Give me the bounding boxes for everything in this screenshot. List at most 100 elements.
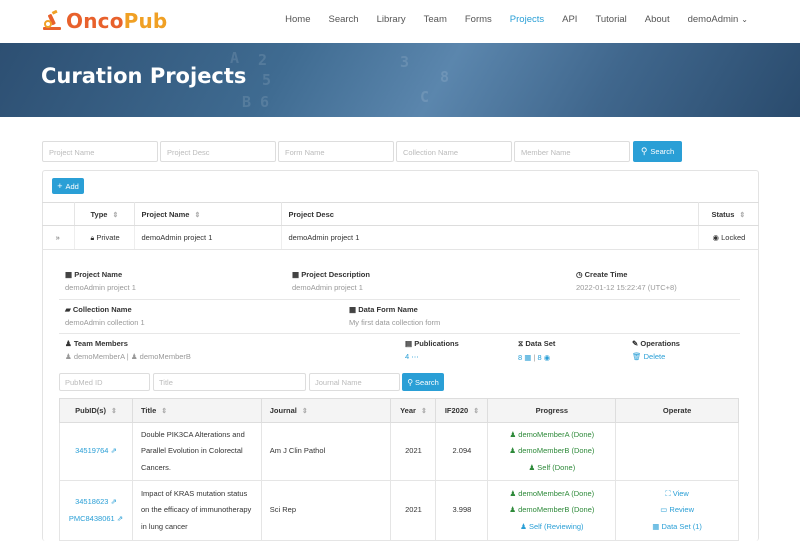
sort-icon[interactable]: ⇕ — [194, 212, 200, 219]
sort-icon[interactable]: ⇕ — [473, 408, 479, 415]
sort-icon[interactable]: ⇕ — [111, 408, 117, 415]
project-type-cell: 🔒︎ Private — [74, 225, 135, 250]
detail-dataset: ⧖ Data Set 8 ▦ | 8 ◉ — [512, 334, 626, 366]
detail-create-time: ◷ Create Time 2022-01-12 15:22:47 (UTC+8… — [570, 267, 740, 299]
publications-count-link[interactable]: 4 ⋯ — [405, 352, 506, 361]
nav-home[interactable]: Home — [285, 14, 310, 25]
col-project-desc: Project Desc — [281, 202, 699, 226]
nav-api[interactable]: API — [562, 14, 577, 25]
form-icon: ▦ — [349, 305, 357, 314]
col-type[interactable]: Type ⇕ — [74, 202, 135, 226]
form-name-input[interactable]: Form Name — [278, 141, 394, 162]
view-link[interactable]: ⛶ View — [624, 486, 730, 503]
progress-item: ♟ Self (Reviewing) — [496, 519, 607, 536]
project-desc-cell: demoAdmin project 1 — [281, 225, 699, 250]
col-journal[interactable]: Journal ⇕ — [260, 398, 392, 423]
col-year[interactable]: Year ⇕ — [390, 398, 437, 423]
user-name: demoAdmin — [687, 14, 739, 25]
trash-icon: 🗑︎ — [632, 352, 642, 361]
col-label: IF2020 — [444, 406, 469, 415]
col-title[interactable]: Title ⇕ — [131, 398, 262, 423]
member-name-input[interactable]: Member Name — [514, 141, 630, 162]
dataset-link[interactable]: ▦ Data Set (1) — [624, 519, 730, 536]
banner-bg-char: 6 — [260, 93, 270, 111]
brand-logo[interactable]: OncoPub — [41, 9, 167, 33]
progress-item: ♟ demoMemberA (Done) — [496, 427, 607, 444]
grid-icon: ▦ — [292, 270, 300, 279]
nav-forms[interactable]: Forms — [465, 14, 492, 25]
search-button[interactable]: ⚲ Search — [633, 141, 682, 162]
col-if[interactable]: IF2020 ⇕ — [435, 398, 489, 423]
separator: | — [126, 352, 129, 361]
nav-library[interactable]: Library — [377, 14, 406, 25]
if-cell: 3.998 — [435, 480, 489, 541]
project-name-input[interactable]: Project Name — [42, 141, 158, 162]
publications-count: 4 — [405, 352, 410, 361]
progress-text: demoMemberB (Done) — [518, 446, 595, 456]
sort-icon[interactable]: ⇕ — [161, 408, 167, 415]
year-cell: 2021 — [390, 422, 437, 481]
pmc-link[interactable]: PMC8438061 — [69, 514, 115, 523]
dataset-count-link[interactable]: 8 — [518, 353, 522, 362]
detail-value: demoAdmin collection 1 — [65, 318, 145, 327]
title-cell: Impact of KRAS mutation status on the ef… — [131, 480, 262, 541]
pubmed-link[interactable]: 34519764 — [75, 446, 108, 455]
clock-icon: ◷ — [576, 270, 583, 279]
detail-collection: ▰ Collection Name demoAdmin collection 1 — [59, 300, 343, 333]
external-link-icon[interactable]: ⇗ — [111, 497, 117, 506]
col-status[interactable]: Status ⇕ — [698, 202, 759, 226]
nav-tutorial[interactable]: Tutorial — [595, 14, 626, 25]
col-pubids[interactable]: PubID(s) ⇕ — [59, 398, 133, 423]
sort-icon[interactable]: ⇕ — [302, 408, 308, 415]
add-project-button[interactable]: + Add — [52, 178, 84, 194]
col-project-name[interactable]: Project Name ⇕ — [134, 202, 282, 226]
pubmed-id-input[interactable]: PubMed ID — [59, 373, 150, 391]
review-link[interactable]: ▭ Review — [624, 502, 730, 519]
main-menu: Home Search Library Team Forms Projects … — [267, 14, 748, 25]
progress-item: ♟ demoMemberA (Done) — [496, 486, 607, 503]
nav-user-menu[interactable]: demoAdmin ⌄ — [688, 14, 748, 25]
detail-label: Collection Name — [72, 305, 132, 314]
nav-about[interactable]: About — [645, 14, 670, 25]
col-label: PubID(s) — [75, 406, 106, 415]
banner-bg-char: 3 — [400, 53, 410, 71]
title-input[interactable]: Title — [153, 373, 306, 391]
user-icon: ♟ — [528, 462, 536, 472]
detail-value: demoAdmin project 1 — [65, 283, 136, 292]
dataset-view-link[interactable]: 8 — [538, 353, 542, 362]
banner-bg-char: 8 — [440, 68, 450, 86]
expand-toggle-icon[interactable]: » — [42, 225, 75, 250]
sort-icon[interactable]: ⇕ — [421, 408, 427, 415]
user-icon: ♟ — [509, 505, 516, 515]
col-type-label: Type — [90, 209, 108, 219]
search-button-label: Search — [650, 147, 675, 156]
delete-project-link[interactable]: 🗑︎ Delete — [632, 352, 734, 361]
journal-name-input[interactable]: Journal Name — [309, 373, 400, 391]
nav-search[interactable]: Search — [328, 14, 358, 25]
sort-icon[interactable]: ⇕ — [739, 212, 745, 219]
expand-icon: ⛶ — [665, 488, 671, 498]
user-icon: ♟ — [509, 429, 517, 439]
col-desc-label: Project Desc — [288, 209, 334, 219]
progress-text: demoMemberA (Done) — [518, 488, 595, 498]
operate-label: Data Set (1) — [661, 521, 702, 531]
collection-name-input[interactable]: Collection Name — [396, 141, 512, 162]
pub-search-button[interactable]: ⚲ Search — [402, 373, 444, 391]
external-link-icon[interactable]: ⇗ — [111, 446, 117, 455]
sort-icon[interactable]: ⇕ — [112, 212, 118, 219]
project-desc-input[interactable]: Project Desc — [160, 141, 276, 162]
add-button-label: Add — [65, 181, 79, 191]
detail-label: Data Set — [525, 339, 556, 348]
operate-label: View — [672, 488, 689, 498]
banner-bg-char: C — [420, 88, 430, 106]
table-row[interactable]: » 🔒︎ Private demoAdmin project 1 demoAdm… — [42, 225, 759, 250]
detail-value: demoAdmin project 1 — [292, 283, 363, 292]
lock-icon: 🔒︎ — [90, 234, 95, 242]
col-name-label: Project Name — [141, 209, 190, 219]
banner-bg-char: B — [242, 93, 252, 111]
col-expand — [42, 202, 75, 226]
nav-team[interactable]: Team — [424, 14, 447, 25]
external-link-icon[interactable]: ⇗ — [117, 514, 123, 523]
nav-projects[interactable]: Projects — [510, 14, 544, 25]
pubmed-link[interactable]: 34518623 — [75, 497, 108, 506]
